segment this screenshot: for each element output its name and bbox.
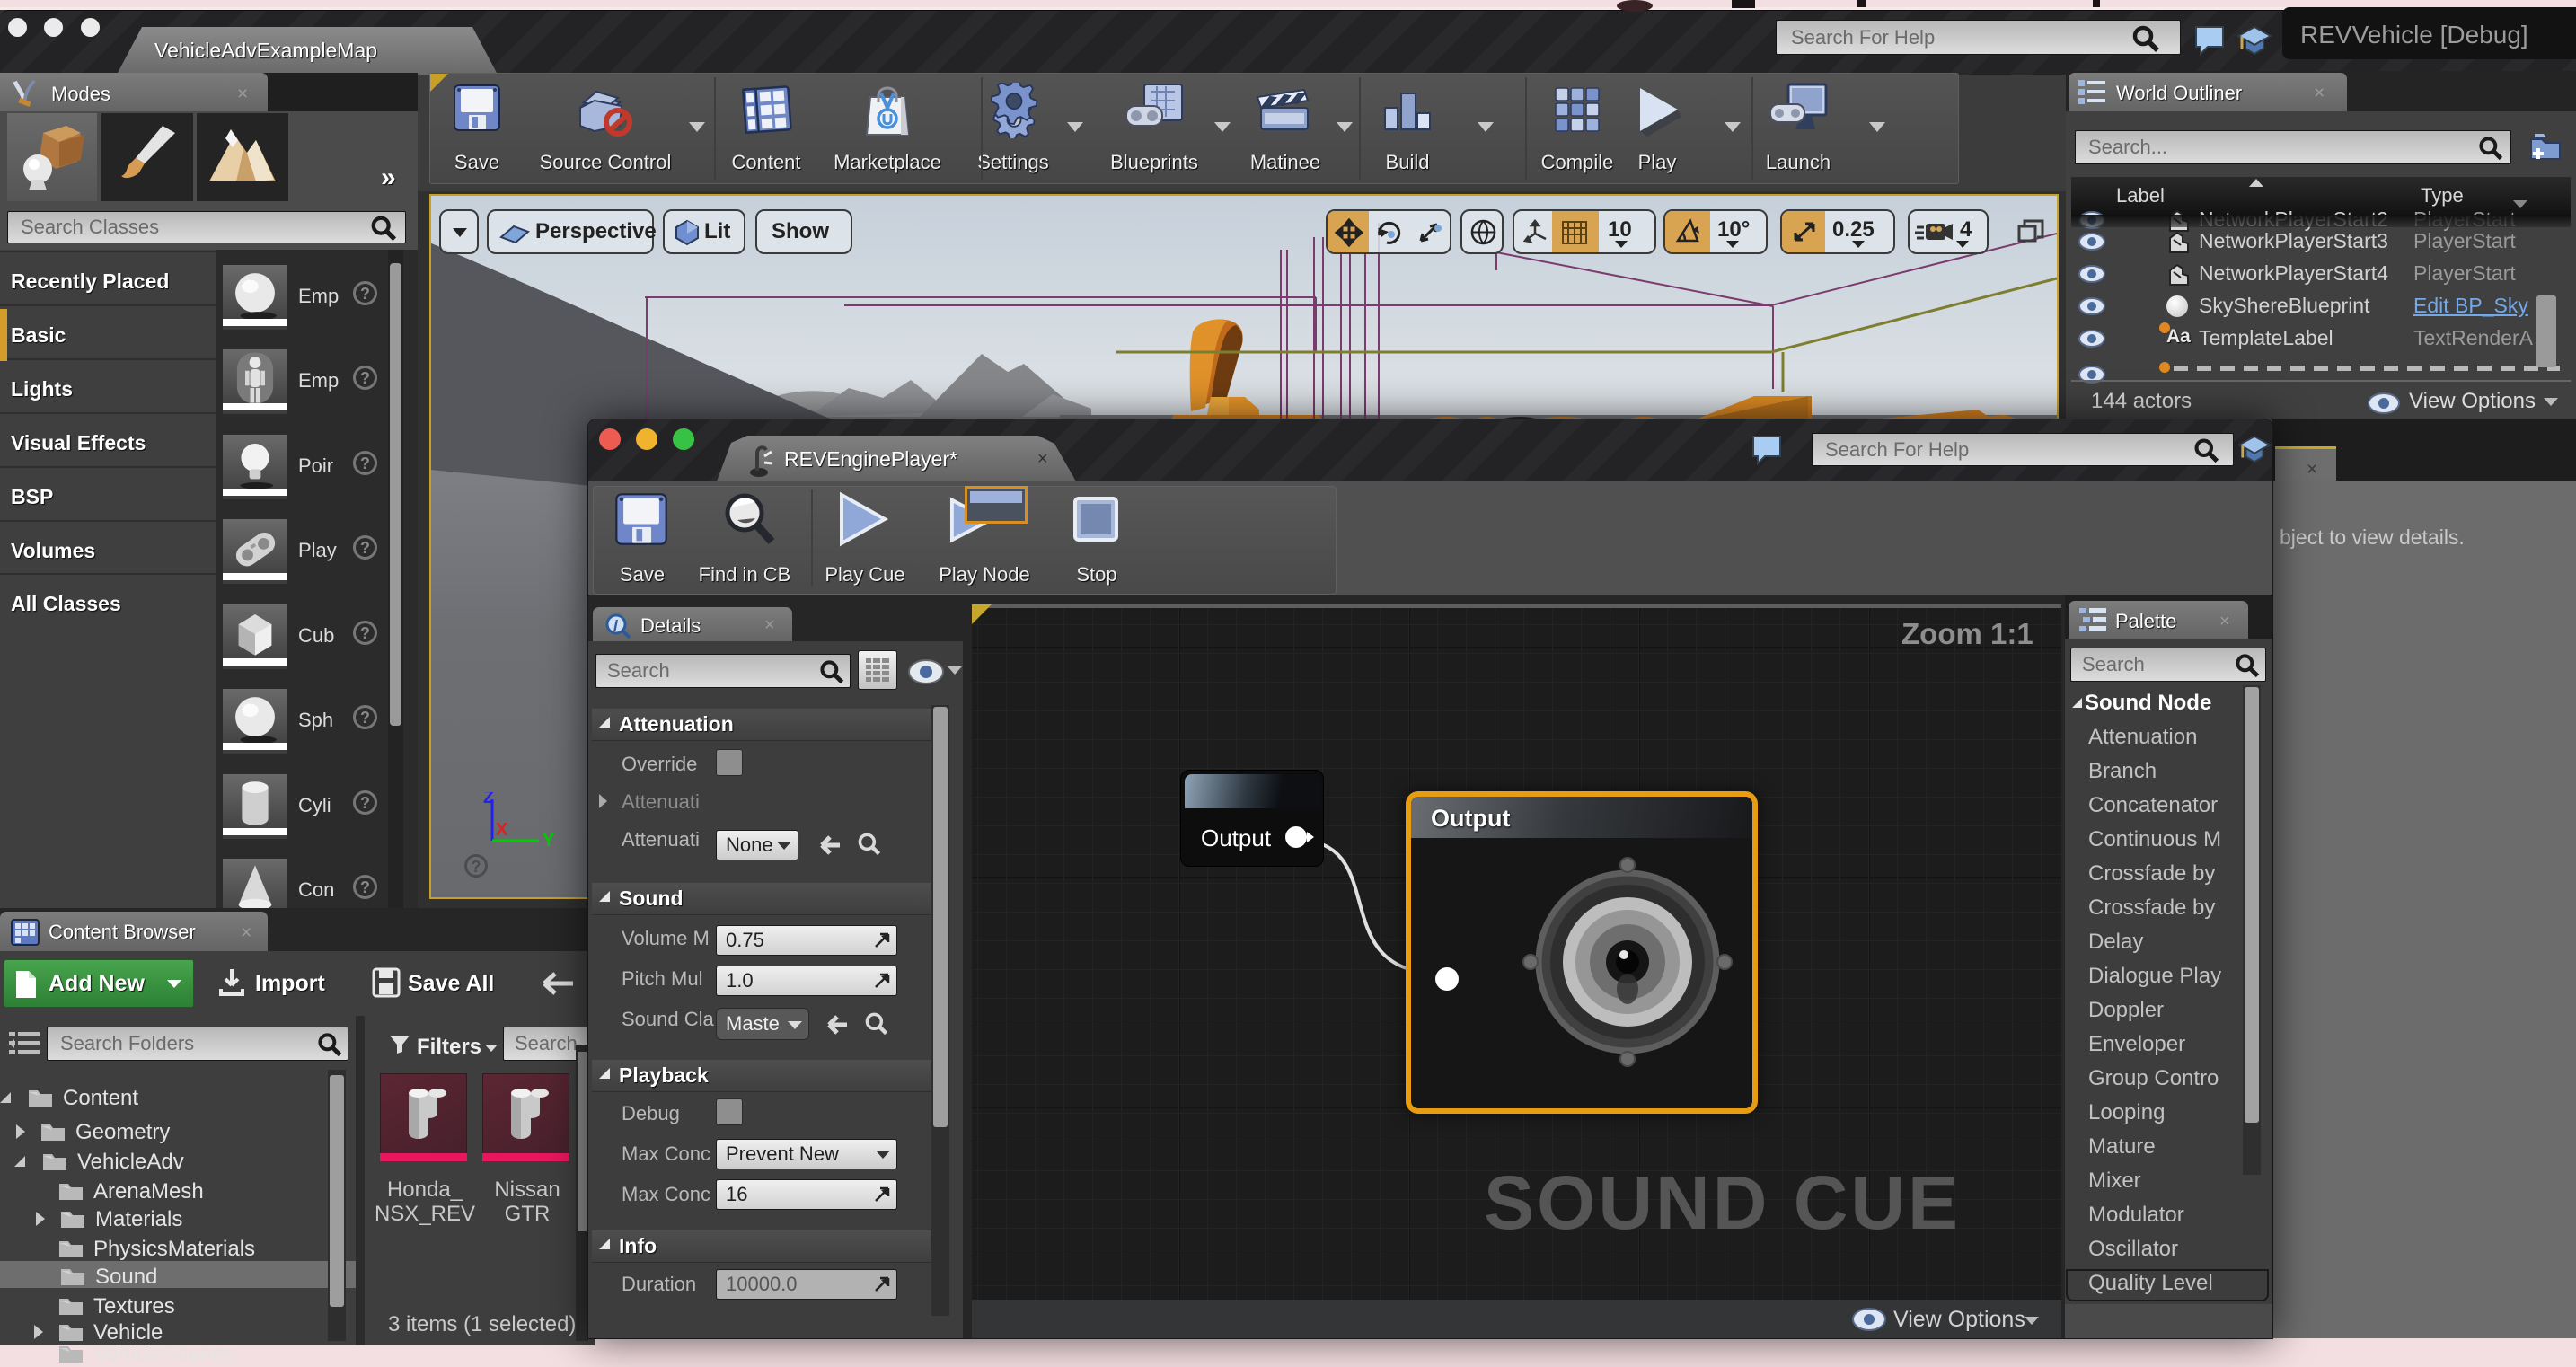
svg-text:Z: Z: [483, 792, 494, 807]
svg-text:Y: Y: [543, 831, 555, 846]
svg-text:X: X: [496, 820, 508, 840]
